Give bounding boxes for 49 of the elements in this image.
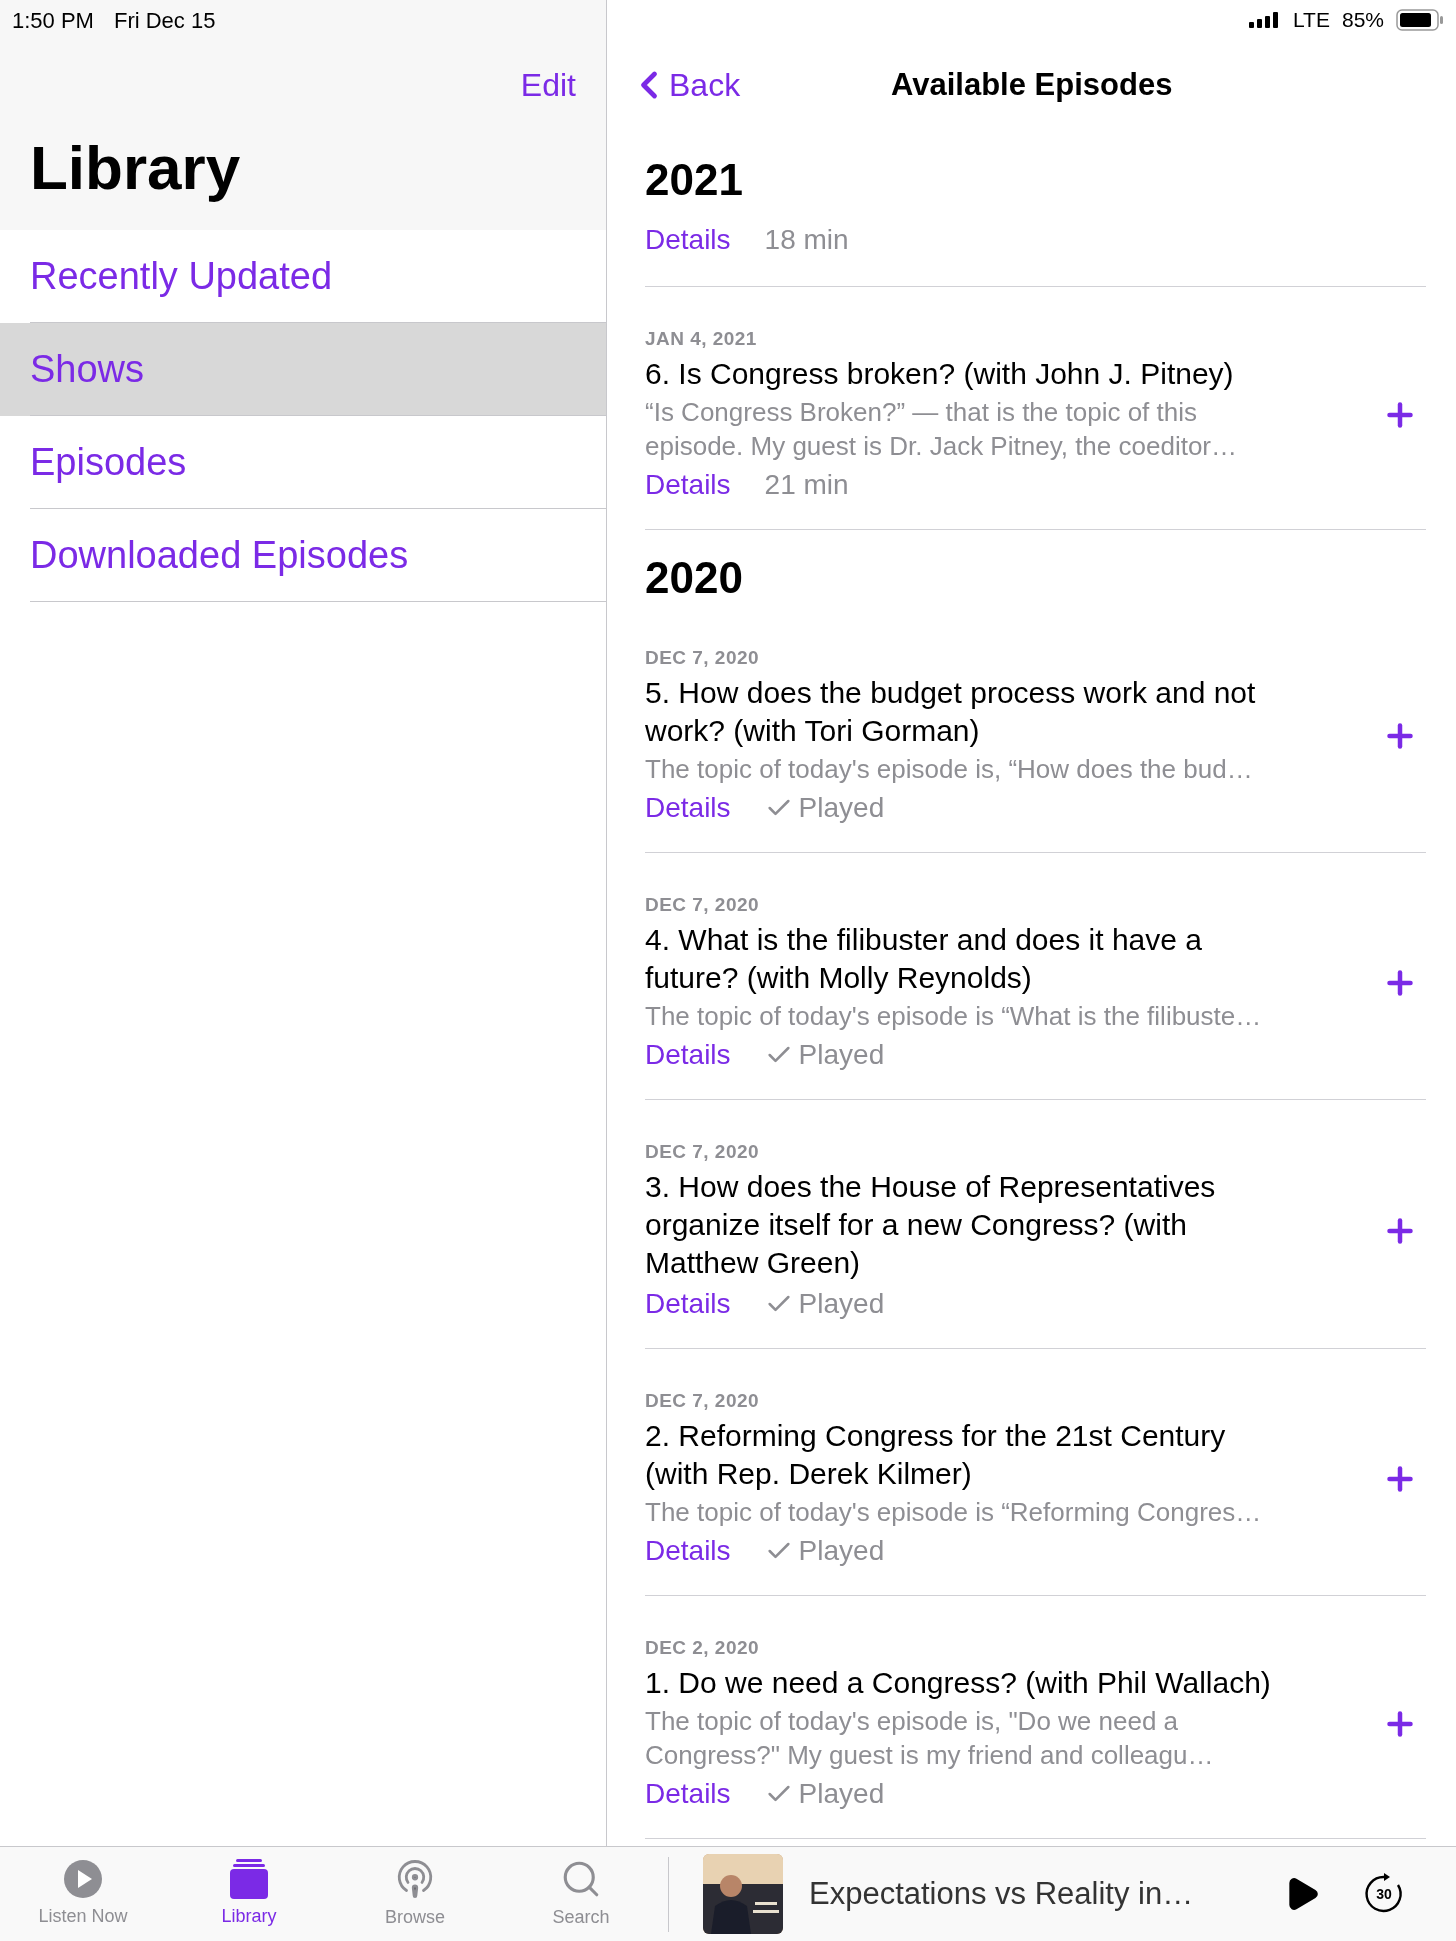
year-heading: 2020: [645, 552, 744, 604]
battery-percent: 85%: [1341, 7, 1384, 34]
back-button[interactable]: Back: [607, 61, 741, 109]
page-title: Available Episodes: [891, 65, 1173, 104]
played-status: Played: [798, 1038, 885, 1072]
now-playing-title[interactable]: Expectations vs Reality in…: [809, 1870, 1259, 1918]
tab-bar-item[interactable]: Library: [166, 1858, 332, 1930]
episode-date: DEC 2, 2020: [645, 1636, 760, 1660]
details-link[interactable]: Details: [645, 1286, 731, 1322]
episode-date: DEC 7, 2020: [645, 646, 760, 670]
details-link[interactable]: Details: [645, 222, 731, 258]
episode-description: The topic of today's episode is, "Do we need a Congress?" My guest is my friend and colleagu…: [645, 1705, 1215, 1772]
details-link[interactable]: Details: [645, 1037, 731, 1073]
play-circle-icon: [63, 1858, 103, 1899]
episode-title[interactable]: 1. Do we need a Congress? (with Phil Wallach): [645, 1664, 1295, 1702]
episode-title[interactable]: 2. Reforming Congress for the 21st Century (with Rep. Derek Kilmer): [645, 1417, 1295, 1493]
episode-title[interactable]: 6. Is Congress broken? (with John J. Pitney): [645, 355, 1295, 393]
details-link[interactable]: Details: [645, 467, 731, 503]
episode-title[interactable]: 5. How does the budget process work and not work? (with Tori Gorman): [645, 674, 1295, 750]
library-title: Library: [29, 132, 242, 204]
episode-date: DEC 7, 2020: [645, 893, 760, 917]
episode-title[interactable]: 4. What is the filibuster and does it have a future? (with Molly Reynolds): [645, 921, 1295, 997]
episode-duration: 21 min: [764, 468, 849, 502]
network-label: LTE: [1293, 7, 1330, 34]
episode-description: “Is Congress Broken?” — that is the topic of this episode. My guest is Dr. Jack Pitney, the coeditor…: [645, 396, 1238, 463]
episode-date: DEC 7, 2020: [645, 1389, 760, 1413]
episode-date: DEC 7, 2020: [645, 1140, 760, 1164]
status-time: 1:50 PM: [12, 6, 94, 35]
sidebar-item[interactable]: Shows: [0, 323, 606, 416]
episode-date: JAN 4, 2021: [645, 327, 758, 351]
status-date: Fri Dec 15: [113, 6, 216, 35]
played-status: Played: [798, 1287, 885, 1321]
played-status: Played: [798, 791, 885, 825]
played-status: Played: [798, 1534, 885, 1568]
year-heading: 2021: [645, 154, 744, 206]
episode-description: The topic of today's episode is “Reforming Congres…: [645, 1496, 1263, 1529]
episode-title[interactable]: 3. How does the House of Representatives organize itself for a new Congress? (with Matthew Green): [645, 1168, 1295, 1282]
library-stack-icon: [230, 1858, 268, 1899]
skip-forward-button[interactable]: 30: [1363, 1873, 1405, 1915]
episode-description: The topic of today's episode is, “How does the bud…: [645, 753, 1254, 786]
details-link[interactable]: Details: [645, 1533, 731, 1569]
details-link[interactable]: Details: [645, 1776, 731, 1812]
battery-icon: [1396, 9, 1444, 31]
played-status: Played: [798, 1777, 885, 1811]
edit-button[interactable]: Edit: [520, 61, 576, 109]
signal-icon: [1249, 12, 1281, 28]
details-link[interactable]: Details: [645, 790, 731, 826]
episode-description: The topic of today's episode is “What is the filibuste…: [645, 1000, 1263, 1033]
episode-duration: 18 min: [764, 223, 849, 257]
